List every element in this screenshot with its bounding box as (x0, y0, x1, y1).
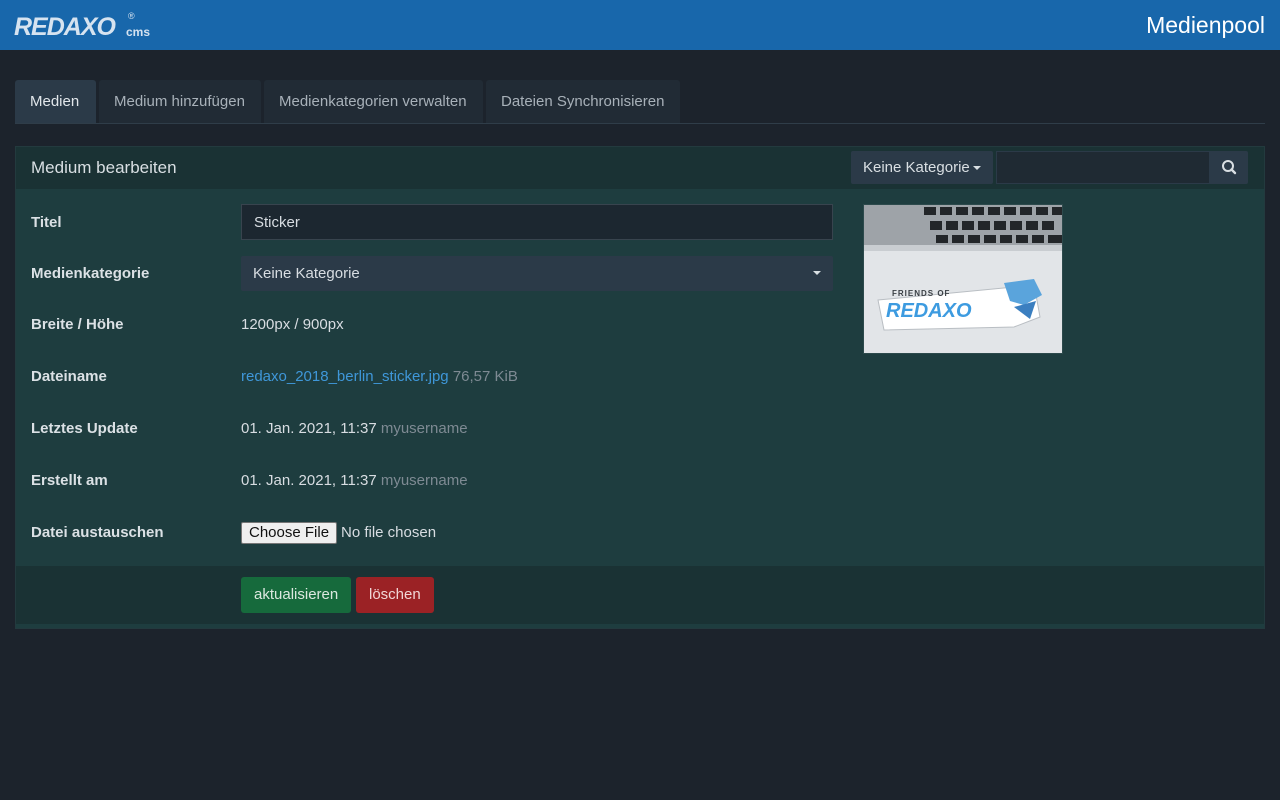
dimensions-label: Breite / Höhe (31, 316, 124, 333)
title-input[interactable] (241, 204, 833, 240)
tab-dateien-synchronisieren[interactable]: Dateien Synchronisieren (486, 80, 680, 123)
form-footer: aktualisieren löschen (16, 566, 1264, 624)
panel-title: Medium bearbeiten (31, 158, 177, 177)
logo-cms-text: cms (126, 25, 151, 39)
tab-bar: Medien Medium hinzufügen Medienkategorie… (15, 80, 1265, 124)
caret-down-icon (813, 271, 821, 275)
logo-registered-mark: ® (128, 11, 135, 21)
updated-value: 01. Jan. 2021, 11:37 (241, 420, 377, 437)
replace-file-label: Datei austauschen (31, 524, 164, 541)
created-user: myusername (380, 472, 468, 489)
tab-medien[interactable]: Medien (15, 80, 96, 123)
svg-text:REDAXO: REDAXO (886, 300, 972, 322)
edit-media-panel: Medium bearbeiten Keine Kategorie Titel … (15, 146, 1265, 629)
media-preview-image[interactable]: FRIENDS OF REDAXO (863, 204, 1063, 354)
preview-picture: FRIENDS OF REDAXO (864, 205, 1062, 353)
file-status: No file chosen (341, 524, 437, 541)
filename-label: Dateiname (31, 368, 107, 385)
search-icon (1222, 160, 1237, 175)
filename-row: redaxo_2018_berlin_sticker.jpg 76,57 KiB (241, 368, 518, 385)
top-bar: REDAXO ® cms Medienpool (0, 0, 1280, 50)
category-filter-label: Keine Kategorie (863, 159, 970, 176)
dimensions-value: 1200px / 900px (241, 316, 344, 333)
title-label: Titel (31, 214, 62, 231)
update-button[interactable]: aktualisieren (241, 577, 352, 613)
updated-user: myusername (380, 420, 468, 437)
caret-down-icon (972, 166, 981, 171)
logo-text: REDAXO (14, 13, 116, 41)
search-input[interactable] (996, 151, 1210, 184)
filesize-value: 76,57 KiB (452, 368, 518, 385)
category-select-value: Keine Kategorie (253, 265, 360, 282)
page-title: Medienpool (1146, 12, 1265, 38)
updated-row: 01. Jan. 2021, 11:37 myusername (241, 420, 468, 437)
category-filter-dropdown[interactable]: Keine Kategorie (851, 151, 993, 184)
category-select[interactable]: Keine Kategorie (241, 256, 833, 291)
updated-label: Letztes Update (31, 420, 138, 437)
category-label: Medienkategorie (31, 265, 150, 282)
svg-text:FRIENDS OF: FRIENDS OF (892, 289, 950, 298)
tab-medium-hinzufuegen[interactable]: Medium hinzufügen (99, 80, 261, 123)
filename-link[interactable]: redaxo_2018_berlin_sticker.jpg (241, 368, 449, 385)
panel-header: Medium bearbeiten Keine Kategorie (16, 147, 1264, 189)
delete-button[interactable]: löschen (356, 577, 434, 613)
created-value: 01. Jan. 2021, 11:37 (241, 472, 377, 489)
choose-file-button[interactable]: Choose File (241, 522, 338, 544)
search-button[interactable] (1210, 151, 1248, 184)
created-label: Erstellt am (31, 472, 108, 489)
created-row: 01. Jan. 2021, 11:37 myusername (241, 472, 468, 489)
tab-medienkategorien-verwalten[interactable]: Medienkategorien verwalten (264, 80, 483, 123)
